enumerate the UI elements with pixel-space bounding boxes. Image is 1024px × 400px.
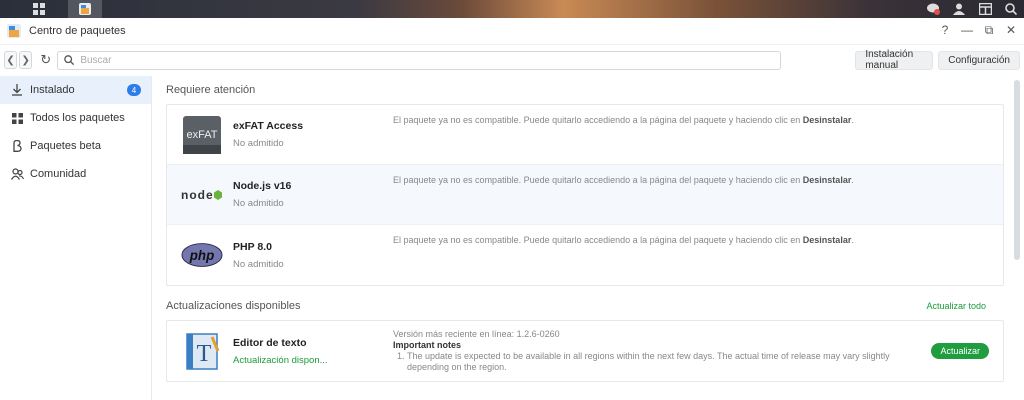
settings-button[interactable]: Configuración [938, 50, 1020, 70]
nodejs-icon: node [181, 188, 222, 202]
uninstall-hint: Desinstalar [802, 175, 852, 185]
widgets-icon [978, 3, 992, 15]
package-name: Node.js v16 [233, 180, 292, 192]
sidebar-item-label: Paquetes beta [30, 140, 101, 152]
php-icon: php [181, 243, 223, 267]
attention-section-title: Requiere atención [166, 84, 256, 96]
chat-notification-icon [927, 3, 940, 15]
package-message: El paquete ya no es compatible. Puede qu… [393, 115, 854, 125]
uninstall-hint: Desinstalar [802, 235, 852, 245]
svg-text:php: php [189, 248, 214, 263]
package-row-nodejs[interactable]: node Node.js v16 No admitido El paquete … [167, 165, 1003, 225]
window-title: Centro de paquetes [29, 25, 126, 37]
package-center-icon [7, 24, 21, 38]
updates-package-list: T Editor de texto Actualización dispon..… [166, 320, 1004, 382]
refresh-button[interactable]: ↻ [40, 51, 51, 69]
updates-section-header: Actualizaciones disponibles Actualizar t… [166, 292, 1004, 320]
updates-section-title: Actualizaciones disponibles [166, 300, 301, 312]
search-input[interactable] [80, 54, 781, 66]
back-button[interactable]: ❮ [4, 51, 18, 69]
community-icon [10, 168, 24, 180]
global-search-button[interactable] [998, 0, 1024, 18]
forward-button[interactable]: ❯ [19, 51, 33, 69]
widgets-button[interactable] [972, 0, 998, 18]
search-icon [1005, 3, 1017, 15]
package-center-icon [79, 3, 91, 15]
package-row-php[interactable]: php PHP 8.0 No admitido El paquete ya no… [167, 225, 1003, 285]
svg-text:node: node [181, 188, 214, 202]
package-center-window: Centro de paquetes ? — ⧉ ✕ ❮ ❯ ↻ Instala… [0, 18, 1024, 400]
toolbar: ❮ ❯ ↻ Instalación manual Configuración [0, 45, 1024, 75]
package-name: PHP 8.0 [233, 240, 272, 253]
chevron-right-icon: ❯ [21, 54, 30, 66]
chevron-left-icon: ❮ [6, 54, 15, 66]
sidebar: Instalado 4 Todos los paquetes Paquetes … [0, 76, 152, 400]
package-name: Editor de texto [233, 336, 307, 349]
grid-icon [33, 3, 45, 15]
user-button[interactable] [946, 0, 972, 18]
beta-icon [12, 140, 22, 152]
sidebar-item-installed[interactable]: Instalado 4 [0, 76, 151, 104]
latest-version: Versión más reciente en línea: 1.2.6-026… [393, 329, 560, 339]
update-details: Versión más reciente en línea: 1.2.6-026… [393, 329, 923, 373]
package-row-exfat[interactable]: exFAT exFAT Access No admitido El paquet… [167, 105, 1003, 165]
minimize-button[interactable]: — [960, 23, 974, 38]
sidebar-item-label: Comunidad [30, 168, 87, 180]
sidebar-item-label: Todos los paquetes [30, 112, 125, 124]
user-icon [953, 3, 965, 15]
sidebar-item-beta[interactable]: Paquetes beta [0, 132, 151, 160]
main-content: Requiere atención exFAT exFAT Access No … [166, 76, 1004, 400]
sidebar-item-label: Instalado [30, 84, 75, 96]
manual-install-button[interactable]: Instalación manual [855, 49, 934, 71]
package-row-text-editor[interactable]: T Editor de texto Actualización dispon..… [167, 321, 1003, 381]
notifications-button[interactable] [920, 0, 946, 18]
package-status: No admitido [233, 258, 284, 270]
sidebar-item-all-packages[interactable]: Todos los paquetes [0, 104, 151, 132]
download-icon [12, 84, 22, 96]
package-message: El paquete ya no es compatible. Puede qu… [393, 175, 854, 185]
package-status: No admitido [233, 138, 284, 149]
exfat-icon: exFAT [183, 115, 221, 154]
uninstall-hint: Desinstalar [802, 115, 852, 125]
text-editor-icon: T [186, 333, 220, 370]
release-note: The update is expected to be available i… [407, 351, 923, 373]
package-message: El paquete ya no es compatible. Puede qu… [393, 235, 854, 245]
svg-text:exFAT: exFAT [187, 129, 218, 141]
search-box [57, 50, 782, 70]
attention-package-list: exFAT exFAT Access No admitido El paquet… [166, 104, 1004, 286]
installed-count-badge: 4 [127, 84, 141, 96]
title-bar: Centro de paquetes ? — ⧉ ✕ [0, 18, 1024, 45]
refresh-icon: ↻ [40, 52, 52, 67]
package-name: exFAT Access [233, 120, 304, 132]
scrollbar[interactable] [1014, 80, 1020, 260]
package-status: Actualización dispon... [233, 354, 328, 366]
sidebar-item-community[interactable]: Comunidad [0, 160, 151, 188]
main-menu-button[interactable] [22, 0, 56, 18]
update-all-link[interactable]: Actualizar todo [926, 301, 986, 311]
taskbar-package-center-button[interactable] [68, 0, 102, 18]
package-status: No admitido [233, 198, 284, 209]
search-icon [64, 55, 75, 65]
restore-button[interactable]: ⧉ [982, 23, 996, 38]
update-button[interactable]: Actualizar [931, 343, 989, 359]
taskbar [0, 0, 1024, 18]
important-notes-title: Important notes [393, 340, 462, 350]
help-button[interactable]: ? [938, 23, 952, 38]
svg-text:T: T [197, 341, 212, 367]
close-button[interactable]: ✕ [1004, 23, 1018, 38]
grid-icon [11, 112, 23, 124]
